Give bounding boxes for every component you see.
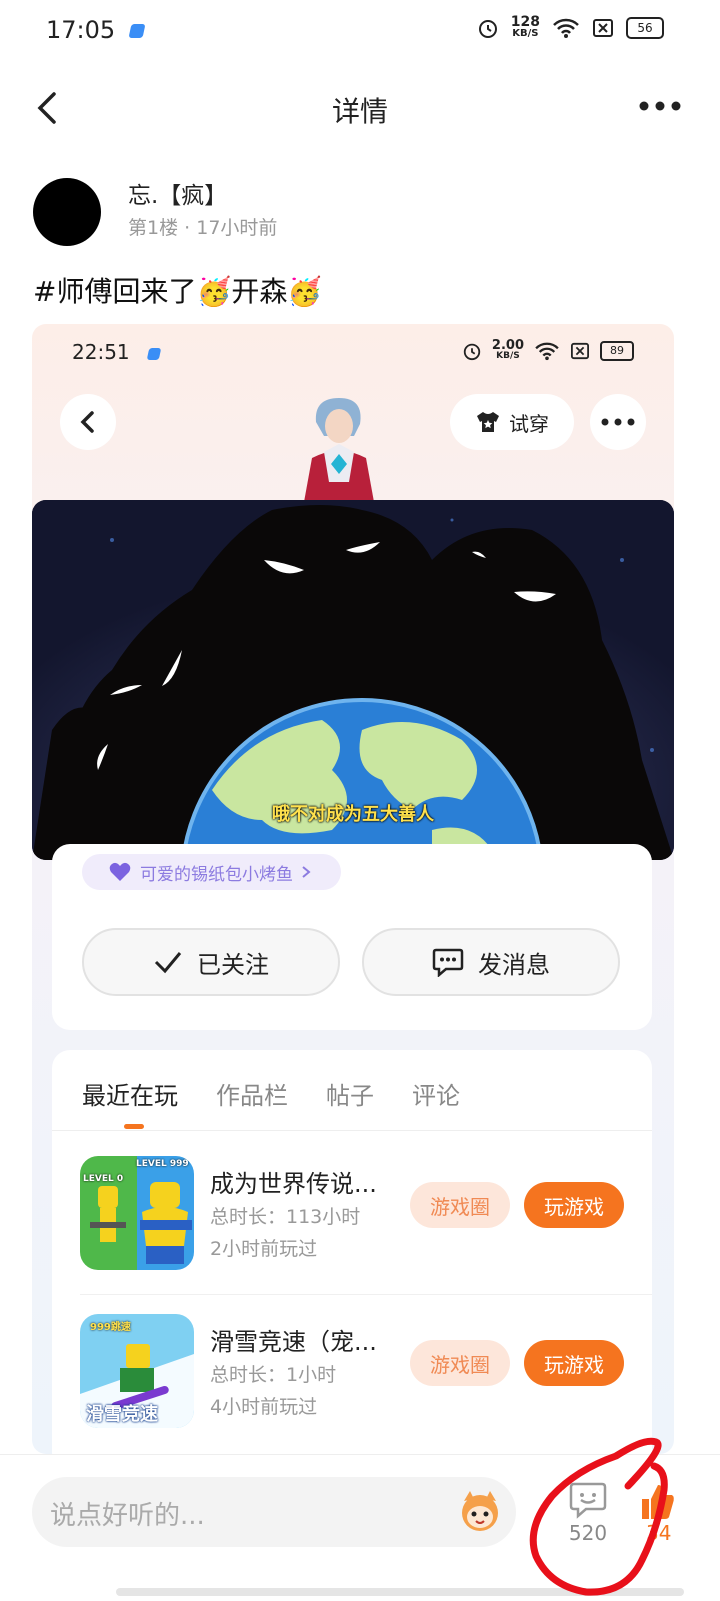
- game-last-played: 2小时前玩过: [210, 1238, 318, 1260]
- message-icon: [432, 948, 464, 977]
- video-frame: 哦不对成为五大善人: [32, 500, 674, 860]
- avatar-character: [304, 398, 374, 502]
- profile-tabs: 最近在玩 作品栏 帖子 评论: [82, 1076, 460, 1111]
- more-options-icon[interactable]: [638, 100, 682, 112]
- back-arrow-icon[interactable]: [30, 90, 66, 126]
- tabs-divider: [52, 1130, 652, 1131]
- alarm-icon: [478, 20, 497, 38]
- more-options-icon: [601, 418, 635, 426]
- floor-label: 第1楼: [128, 217, 179, 239]
- game-icon-label-bottom: 滑雪竞速: [86, 1404, 158, 1425]
- profile-panel: 可爱的锡纸包小烤鱼 已关注 发消息: [52, 844, 652, 1030]
- game-last-played: 4小时前玩过: [210, 1396, 318, 1418]
- status-time: 17:05: [46, 16, 116, 44]
- row-divider: [80, 1294, 652, 1295]
- tab-recently-played: 最近在玩: [82, 1082, 178, 1110]
- chevron-left-icon: [80, 411, 94, 433]
- embedded-status-icons: 2.00 KB/S 89: [462, 338, 634, 362]
- tab-posts: 帖子: [326, 1082, 374, 1110]
- game-icon-label-right: LEVEL 999: [136, 1159, 189, 1169]
- embedded-net-speed-unit: KB/S: [496, 351, 520, 361]
- play-game-button: 玩游戏: [524, 1182, 624, 1228]
- try-on-label: 试穿: [509, 411, 549, 436]
- game-duration: 总时长：1小时: [210, 1364, 337, 1386]
- battery-icon: 56: [626, 17, 664, 39]
- red-circle-annotation: [529, 1437, 668, 1596]
- check-icon: [154, 952, 182, 974]
- chevron-right-icon: [302, 866, 311, 878]
- wifi-icon: [553, 18, 579, 38]
- status-bar: 17:05 128 KB/S 56: [0, 0, 720, 64]
- games-panel: 最近在玩 作品栏 帖子 评论 LEVEL 0 LEVEL 999 成为世界传说.…: [52, 1050, 652, 1454]
- game-circle-button: 游戏圈: [410, 1182, 510, 1228]
- post-meta: 第1楼 · 17小时前: [128, 213, 277, 240]
- app-notification-icon: [128, 24, 146, 38]
- tag-label: 可爱的锡纸包小烤鱼: [140, 864, 293, 885]
- tab-comments: 评论: [412, 1082, 460, 1110]
- relationship-tag: 可爱的锡纸包小烤鱼: [82, 854, 341, 890]
- video-subtitle: 哦不对成为五大善人: [272, 804, 434, 825]
- embedded-net-speed-value: 2.00: [491, 338, 524, 353]
- embedded-more-button: [590, 394, 646, 450]
- sim-x-icon: [593, 19, 613, 37]
- game-name: 成为世界传说...: [210, 1170, 377, 1198]
- shirt-icon: [477, 412, 499, 432]
- avatar[interactable]: [33, 178, 101, 246]
- net-speed: 128 KB/S: [510, 14, 540, 40]
- active-tab-indicator: [124, 1124, 144, 1129]
- embedded-back-button: [60, 394, 116, 450]
- meta-separator: ·: [184, 217, 197, 239]
- comment-input[interactable]: 说点好听的...: [32, 1477, 516, 1547]
- net-speed-value: 128: [510, 14, 540, 30]
- embedded-net-speed: 2.00 KB/S: [491, 338, 524, 362]
- wifi-icon: [535, 342, 559, 361]
- post-image[interactable]: 22:51 2.00 KB/S 89 试穿 哦不对成为五大善人 可爱的锡纸包小烤…: [32, 324, 674, 1454]
- game-icon-label-top: 999跳速: [90, 1322, 131, 1333]
- page-title: 详情: [331, 95, 388, 128]
- embedded-battery-icon: 89: [600, 341, 634, 361]
- followed-button: 已关注: [82, 928, 340, 996]
- game-icon-ski: 999跳速 滑雪竞速: [80, 1314, 194, 1428]
- sim-x-icon: [571, 342, 589, 360]
- game-circle-button: 游戏圈: [410, 1340, 510, 1386]
- try-on-button: 试穿: [450, 394, 574, 450]
- username[interactable]: 忘.【疯】: [128, 176, 227, 210]
- post-time: 17小时前: [196, 217, 278, 239]
- game-duration: 总时长：113小时: [210, 1206, 361, 1228]
- comment-placeholder: 说点好听的...: [50, 1501, 205, 1531]
- alarm-icon: [463, 343, 481, 361]
- game-icon-label-left: LEVEL 0: [83, 1174, 124, 1184]
- game-name: 滑雪竞速（宠...: [210, 1328, 377, 1356]
- embedded-app-icon: [146, 348, 162, 360]
- heart-icon: [109, 862, 131, 881]
- embedded-status-time: 22:51: [72, 340, 130, 364]
- game-row: LEVEL 0 LEVEL 999 成为世界传说... 总时长：113小时 2小…: [80, 1156, 640, 1276]
- send-message-label: 发消息: [478, 950, 550, 979]
- game-icon-legend: LEVEL 0 LEVEL 999: [80, 1156, 194, 1270]
- play-game-button: 玩游戏: [524, 1340, 624, 1386]
- tab-works: 作品栏: [216, 1082, 288, 1110]
- post-text: #师傅回来了🥳开森🥳: [33, 275, 323, 308]
- game-row: 999跳速 滑雪竞速 滑雪竞速（宠... 总时长：1小时 4小时前玩过 游戏圈 …: [80, 1314, 640, 1434]
- net-speed-unit: KB/S: [512, 28, 539, 39]
- send-message-button: 发消息: [362, 928, 620, 996]
- emoji-mascot-icon[interactable]: [456, 1487, 504, 1535]
- followed-label: 已关注: [197, 950, 269, 979]
- status-icons: 128 KB/S 56: [477, 14, 664, 40]
